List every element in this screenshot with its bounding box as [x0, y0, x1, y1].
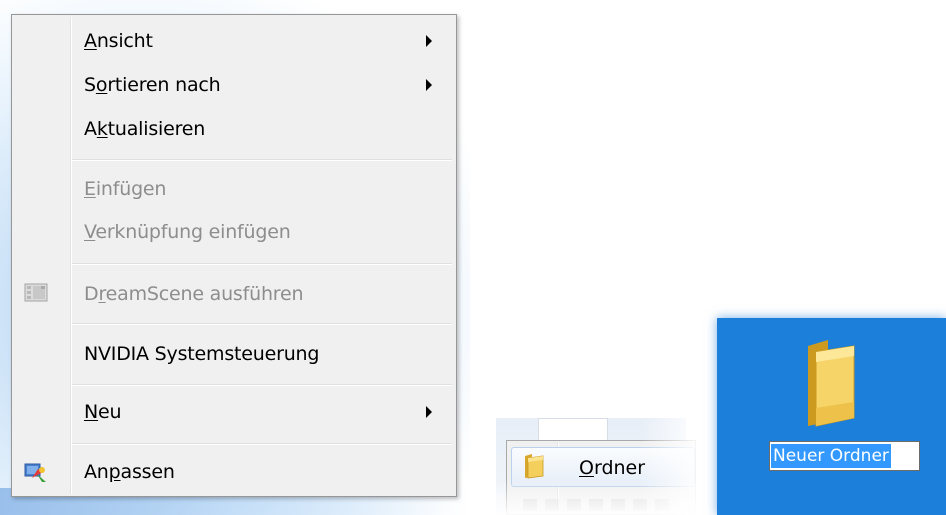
menu-item-label: Einfügen	[84, 178, 167, 200]
menu-item-einfuegen[interactable]: Einfügen	[14, 169, 454, 209]
menu-separator	[72, 384, 452, 386]
menu-separator	[72, 159, 452, 161]
menu-item-label: Aktualisieren	[84, 118, 206, 140]
menu-item-verknuepfung-einfuegen[interactable]: Verknüpfung einfügen	[14, 212, 454, 252]
menu-item-sortieren-nach[interactable]: Sortieren nach	[14, 65, 454, 105]
menu-item-ansicht[interactable]: Ansicht	[14, 21, 454, 61]
submenu-arrow-icon	[426, 35, 432, 47]
menu-item-label: NVIDIA Systemsteuerung	[84, 343, 320, 365]
menu-item-anpassen[interactable]: Anpassen	[14, 452, 454, 492]
menu-item-nvidia-systemsteuerung[interactable]: NVIDIA Systemsteuerung	[14, 334, 454, 374]
folder-icon[interactable]	[802, 338, 860, 432]
dreamscene-icon	[24, 282, 48, 306]
menu-item-dreamscene[interactable]: DreamScene ausführen	[14, 274, 454, 314]
desktop-context-menu: Ansicht Sortieren nach Aktualisieren Ein…	[11, 14, 457, 497]
menu-item-label: DreamScene ausführen	[84, 283, 304, 305]
menu-item-neu[interactable]: Neu	[14, 392, 454, 432]
menu-item-label: Anpassen	[84, 461, 175, 483]
submenu-arrow-icon	[426, 406, 432, 418]
submenu-arrow-icon	[426, 79, 432, 91]
menu-item-aktualisieren[interactable]: Aktualisieren	[14, 109, 454, 149]
personalize-icon	[24, 460, 48, 484]
menu-item-label: Sortieren nach	[84, 74, 221, 96]
rename-selected-text[interactable]: Neuer Ordner	[771, 444, 891, 468]
rename-field[interactable]: Neuer Ordner	[769, 441, 920, 471]
submenu-fade-bottom	[496, 480, 706, 515]
desktop-area: Neuer Ordner	[717, 318, 946, 515]
menu-item-label: Ansicht	[84, 30, 153, 52]
menu-separator	[72, 263, 452, 265]
menu-item-label: Neu	[84, 401, 122, 423]
submenu-item-label: Ordner	[579, 457, 646, 479]
menu-separator	[72, 443, 452, 445]
folder-icon	[523, 453, 545, 483]
menu-item-label: Verknüpfung einfügen	[84, 221, 291, 243]
menu-separator	[72, 323, 452, 325]
screenshot-scene: Ansicht Sortieren nach Aktualisieren Ein…	[0, 0, 946, 515]
